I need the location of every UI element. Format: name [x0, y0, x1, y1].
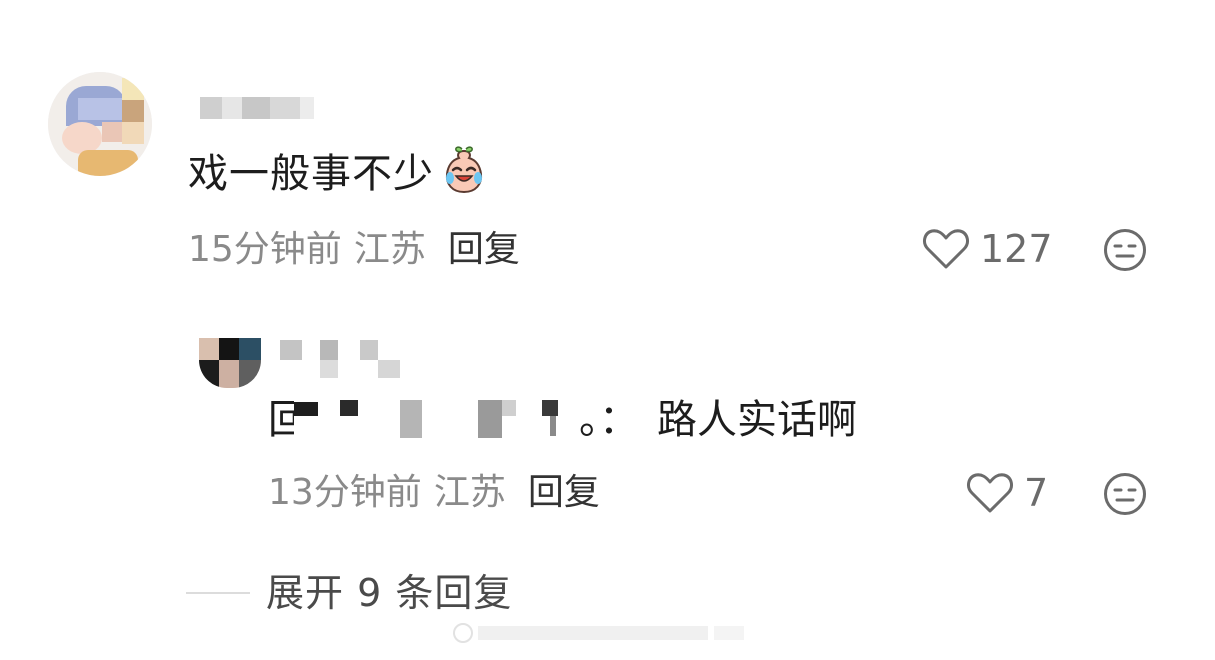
reply-meta: 13分钟前 江苏 回复	[268, 471, 600, 515]
commenter-avatar[interactable]	[48, 72, 152, 176]
crying-laughing-face-icon	[438, 146, 490, 198]
comment-time: 15分钟前	[188, 229, 342, 270]
expand-replies-button[interactable]: 展开 9 条回复	[266, 570, 512, 616]
reply-quote-redacted[interactable]	[294, 394, 579, 446]
replier-avatar[interactable]	[199, 338, 261, 388]
expand-divider	[186, 592, 250, 594]
reply-like-button[interactable]: 7	[966, 471, 1048, 515]
reply-time: 13分钟前	[268, 472, 422, 513]
comment-location: 江苏	[353, 229, 426, 270]
reply-text: 回 。： 路人实话啊	[268, 394, 857, 446]
watermark	[452, 618, 752, 648]
heart-icon	[923, 229, 969, 269]
replier-name-redacted[interactable]	[280, 340, 410, 380]
reply-reply-button[interactable]: 回复	[528, 472, 600, 513]
reply-location: 江苏	[433, 472, 506, 513]
reply-like-count: 7	[1024, 471, 1049, 515]
comment-reply-button[interactable]: 回复	[448, 229, 520, 270]
comment-like-button[interactable]: 127	[922, 227, 1053, 271]
commenter-name-redacted[interactable]	[200, 97, 318, 119]
neutral-face-icon	[1104, 229, 1146, 271]
comment-like-count: 127	[980, 227, 1053, 271]
comment-body: 戏一般事不少	[188, 151, 434, 197]
reply-dislike-button[interactable]	[1102, 471, 1148, 517]
comment-meta: 15分钟前 江苏 回复	[188, 228, 520, 272]
reply-prefix: 回	[268, 397, 294, 443]
heart-icon	[967, 473, 1013, 513]
comment-dislike-button[interactable]	[1102, 227, 1148, 273]
comment-text: 戏一般事不少	[188, 146, 490, 202]
neutral-face-icon	[1104, 473, 1146, 515]
reply-quote-end: 。：	[579, 397, 639, 443]
reply-body: 路人实话啊	[657, 397, 857, 443]
